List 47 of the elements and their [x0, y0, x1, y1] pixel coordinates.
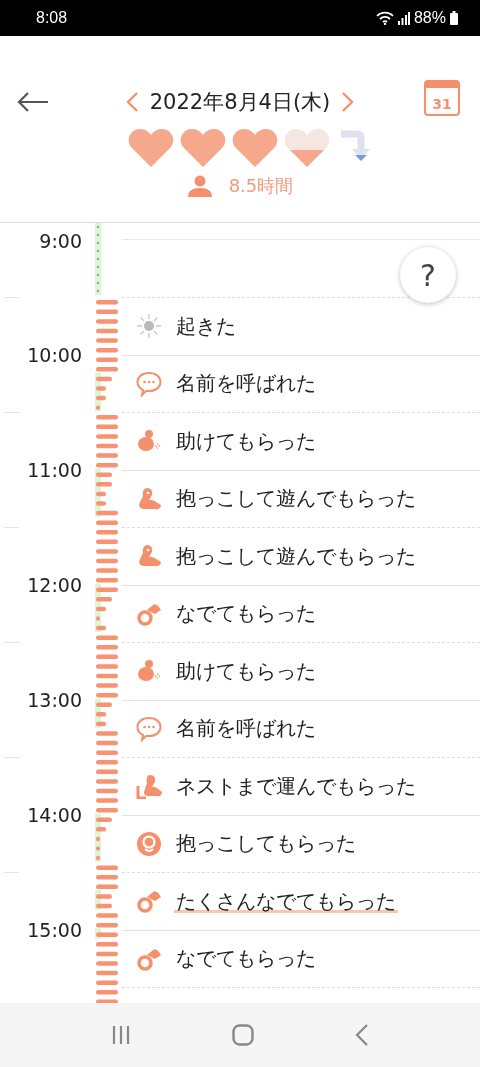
sun-icon	[136, 313, 162, 340]
next-day-icon[interactable]	[342, 92, 355, 112]
hour-label: 13:00	[26, 689, 82, 711]
hour-label: 15:00	[26, 919, 82, 941]
event-row[interactable]: 抱っこして遊んでもらった	[122, 527, 480, 585]
hands-circle-icon	[136, 830, 162, 857]
event-row[interactable]: 名前を呼ばれた	[122, 699, 480, 757]
event-row[interactable]: なでてもらった	[122, 929, 480, 987]
event-label: なでてもらった	[175, 945, 317, 973]
event-row[interactable]: 名前を呼ばれた	[122, 354, 480, 412]
hour-label: 12:00	[26, 574, 82, 596]
event-label: なでてもらった	[175, 600, 317, 628]
battery-icon	[450, 11, 458, 25]
event-label: 助けてもらった	[175, 657, 317, 685]
event-label: ネストまで運んでもらった	[175, 772, 417, 800]
speech-bubble-icon	[136, 715, 162, 742]
hour-label: 11:00	[26, 459, 82, 481]
previous-day-icon[interactable]	[125, 92, 138, 112]
home-icon[interactable]	[232, 1024, 254, 1046]
event-label: 名前を呼ばれた	[175, 370, 317, 398]
wifi-icon	[375, 11, 394, 25]
event-label: 抱っこしてもらった	[175, 830, 357, 858]
event-label: 起きた	[175, 312, 237, 340]
event-row[interactable]: 抱っこしてもらった	[122, 814, 480, 872]
event-row[interactable]: 助けてもらった	[122, 642, 480, 700]
recent-apps-icon[interactable]	[110, 1025, 131, 1045]
hour-label: 10:00	[26, 344, 82, 366]
speech-bubble-icon	[136, 370, 162, 397]
event-label: 抱っこして遊んでもらった	[175, 485, 417, 513]
back-icon[interactable]	[355, 1024, 370, 1046]
person-icon	[186, 175, 213, 197]
signal-icon	[397, 11, 410, 25]
event-row[interactable]: たくさんなでてもらった	[122, 872, 480, 930]
event-label: 名前を呼ばれた	[175, 715, 317, 743]
event-row[interactable]: ネストまで運んでもらった	[122, 757, 480, 815]
hour-label: 9:00	[38, 230, 82, 252]
event-row[interactable]: 抱っこして遊んでもらった	[122, 469, 480, 527]
back-arrow-icon[interactable]	[17, 92, 49, 112]
event-label: 抱っこして遊んでもらった	[175, 542, 417, 570]
date-title: 2022年8月4日(木)	[149, 89, 331, 116]
battery-level: 88%	[413, 9, 446, 27]
event-label: 助けてもらった	[175, 427, 317, 455]
status-time: 8:08	[36, 9, 68, 27]
event-row[interactable]: なでてもらった	[122, 584, 480, 642]
sleep-duration: 8.5時間	[228, 174, 294, 198]
hour-label: 14:00	[26, 804, 82, 826]
event-row[interactable]: 助けてもらった	[122, 412, 480, 470]
